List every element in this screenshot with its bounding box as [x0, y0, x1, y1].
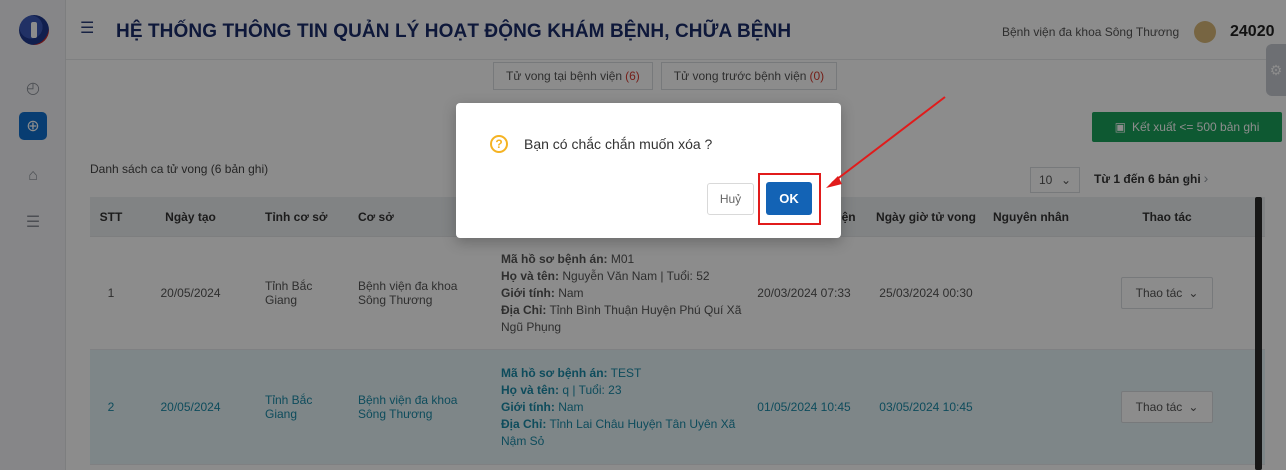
- dialog-message: Bạn có chắc chắn muốn xóa ?: [524, 136, 713, 152]
- question-icon: ?: [490, 135, 508, 153]
- cancel-button[interactable]: Huỷ: [707, 183, 754, 215]
- ok-button[interactable]: OK: [766, 182, 812, 215]
- confirm-dialog: ? Bạn có chắc chắn muốn xóa ? Huỷ OK: [456, 103, 841, 238]
